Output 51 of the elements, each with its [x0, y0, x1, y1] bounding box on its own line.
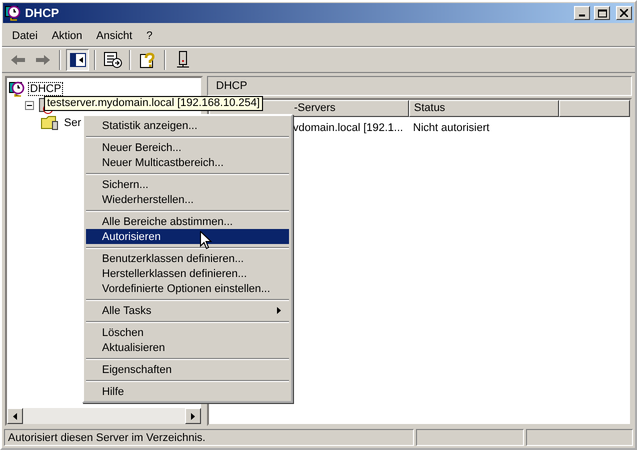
- menu-item[interactable]: ?: [140, 28, 158, 44]
- context-menu-item[interactable]: Autorisieren: [86, 229, 289, 244]
- context-menu-item[interactable]: Neuer Multicastbereich...: [86, 155, 289, 170]
- scroll-right-icon: [191, 412, 195, 420]
- clock-computer-icon: [5, 5, 21, 21]
- close-button[interactable]: [616, 6, 632, 20]
- minimize-button[interactable]: [574, 6, 590, 20]
- help-icon: [140, 52, 156, 68]
- context-menu-item[interactable]: Eigenschaften: [86, 362, 289, 377]
- tree-item[interactable]: Ser: [62, 116, 84, 130]
- table-cell-text: Nicht autorisiert: [412, 122, 490, 134]
- context-menu-item[interactable]: Vordefinierte Optionen einstellen...: [86, 281, 289, 296]
- folder-icon: [41, 115, 59, 130]
- forward-arrow-icon: [34, 54, 50, 66]
- context-menu-item[interactable]: Herstellerklassen definieren...: [86, 266, 289, 281]
- server-icon: [176, 51, 190, 69]
- context-menu-item[interactable]: Alle Bereiche abstimmen...: [86, 214, 289, 229]
- back-arrow-icon: [10, 54, 26, 66]
- status-text: Autorisiert diesen Server im Verzeichnis.: [4, 429, 414, 446]
- table-cell-text: vdomain.local [192.1...: [292, 122, 404, 134]
- toolbar-button[interactable]: [101, 49, 124, 71]
- context-menu-item[interactable]: Wiederherstellen...: [86, 192, 289, 207]
- window-title: DHCP: [25, 6, 60, 20]
- context-menu-item[interactable]: Alle Tasks: [86, 303, 289, 318]
- column-header[interactable]: Status: [409, 100, 559, 117]
- pane-title: DHCP: [207, 76, 632, 96]
- context-menu-item[interactable]: Statistik anzeigen...: [86, 118, 289, 133]
- submenu-arrow-icon: [277, 307, 281, 314]
- context-menu-item[interactable]: Löschen: [86, 325, 289, 340]
- menu-item[interactable]: Datei: [6, 28, 44, 44]
- context-menu-item[interactable]: Benutzerklassen definieren...: [86, 251, 289, 266]
- context-menu-item[interactable]: Hilfe: [86, 384, 289, 399]
- maximize-button[interactable]: [594, 6, 610, 20]
- export-list-icon: [104, 52, 122, 68]
- pane-toggle-icon: [70, 53, 86, 67]
- context-menu-item[interactable]: Neuer Bereich...: [86, 140, 289, 155]
- mouse-cursor-icon: [200, 231, 212, 250]
- toolbar-button[interactable]: [66, 49, 89, 71]
- tooltip: testserver.mydomain.local [192.168.10.254]: [44, 96, 263, 111]
- collapse-toggle[interactable]: [25, 101, 34, 110]
- clock-computer-icon: [9, 80, 25, 96]
- column-header[interactable]: [559, 100, 630, 117]
- context-menu-item[interactable]: Sichern...: [86, 177, 289, 192]
- close-icon: [620, 9, 628, 17]
- minus-icon: [27, 103, 32, 108]
- context-menu-item[interactable]: Aktualisieren: [86, 340, 289, 355]
- maximize-icon: [598, 8, 606, 18]
- menu-item[interactable]: Aktion: [46, 28, 88, 44]
- horizontal-scrollbar[interactable]: [7, 408, 201, 424]
- menu-item[interactable]: Ansicht: [90, 28, 138, 44]
- scroll-left-icon: [13, 412, 17, 420]
